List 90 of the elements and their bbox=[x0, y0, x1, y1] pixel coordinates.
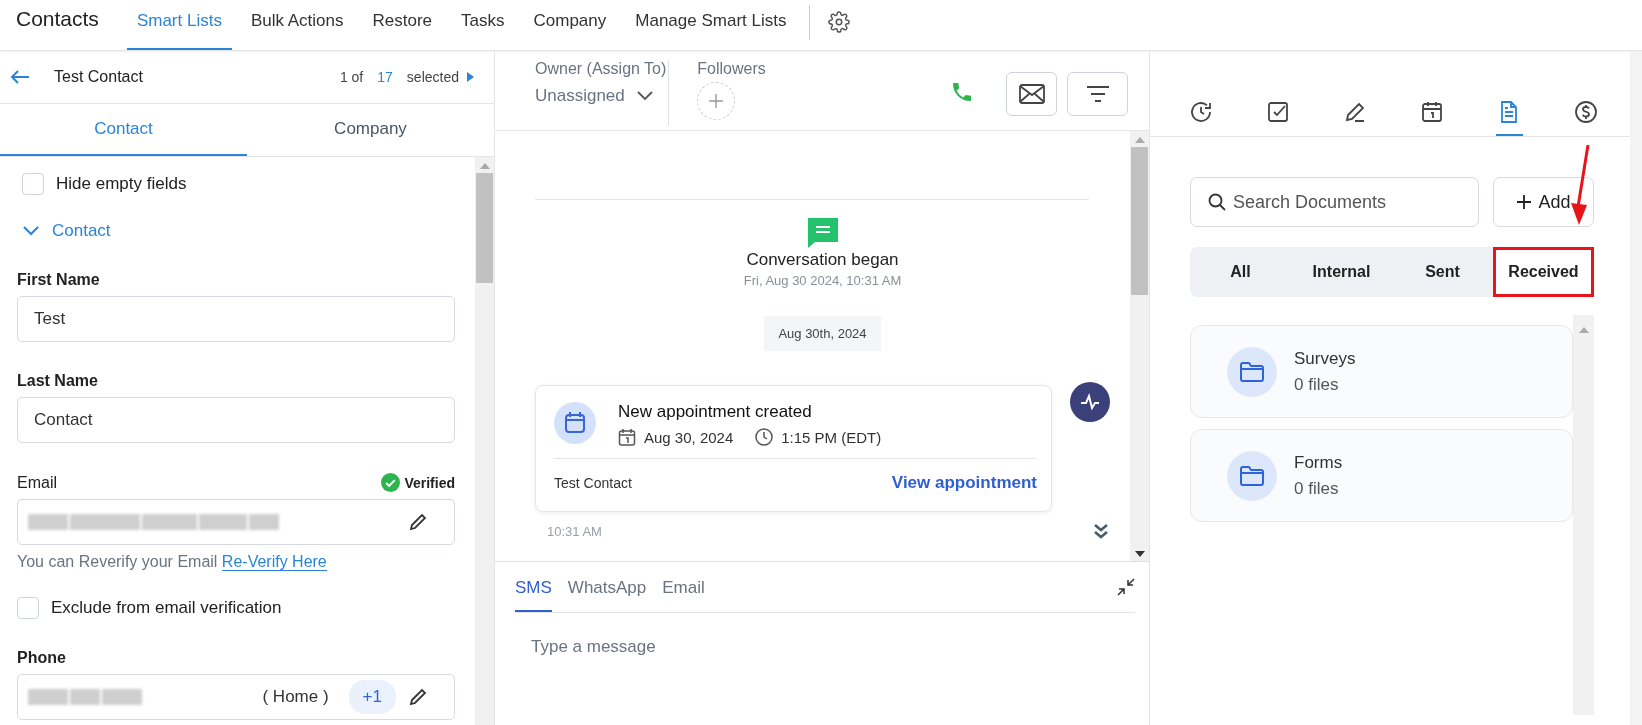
checkbox[interactable] bbox=[22, 173, 44, 195]
chevron-down-icon[interactable] bbox=[636, 91, 653, 101]
chevron-down-icon[interactable] bbox=[22, 225, 40, 237]
filter-tab[interactable]: Internal bbox=[1291, 247, 1392, 297]
nav-tab[interactable]: Tasks bbox=[451, 0, 515, 50]
filter-tab[interactable]: Sent bbox=[1392, 247, 1493, 297]
appointment-title: New appointment created bbox=[618, 402, 813, 422]
appointment-time: 1:15 PM (EDT) bbox=[781, 428, 882, 446]
history-icon[interactable] bbox=[1188, 100, 1213, 124]
date-chip: Aug 30th, 2024 bbox=[764, 316, 881, 351]
view-appointment-link[interactable]: View appointment bbox=[891, 473, 1037, 493]
folder-card[interactable]: Forms 0 files bbox=[1190, 429, 1573, 522]
nav-tab[interactable]: Smart Lists bbox=[126, 0, 232, 50]
filter-tab[interactable]: All bbox=[1190, 247, 1291, 297]
scrollbar[interactable] bbox=[1130, 131, 1149, 561]
filter-tab[interactable]: Received bbox=[1493, 247, 1594, 297]
collapse-icon[interactable] bbox=[1117, 578, 1135, 596]
double-chevron-down-icon[interactable] bbox=[1092, 522, 1110, 540]
scrollbar[interactable] bbox=[475, 157, 494, 725]
nav-tab[interactable]: Restore bbox=[362, 0, 443, 50]
position-label: 1 of bbox=[339, 69, 364, 85]
checkbox[interactable] bbox=[17, 597, 39, 619]
nav-tab[interactable]: Manage Smart Lists bbox=[625, 0, 797, 50]
page-title: Contacts bbox=[15, 6, 99, 32]
email-button[interactable] bbox=[1006, 72, 1057, 116]
next-arrow-icon[interactable] bbox=[467, 72, 474, 82]
folder-icon bbox=[1227, 450, 1277, 501]
phone-type: ( Home ) bbox=[262, 687, 329, 707]
back-arrow-icon[interactable] bbox=[10, 70, 30, 84]
document-tab[interactable] bbox=[1495, 100, 1523, 136]
clock-icon bbox=[755, 428, 774, 446]
appointment-contact: Test Contact bbox=[554, 475, 632, 491]
phone-field[interactable]: ( Home ) +1 bbox=[17, 674, 455, 720]
contact-name: Test Contact bbox=[54, 68, 143, 86]
reverify-hint: You can Reverify your Email Re-Verify Here bbox=[17, 553, 328, 571]
total-count: 17 bbox=[377, 69, 393, 85]
email-field[interactable] bbox=[17, 499, 455, 545]
pencil-icon[interactable] bbox=[408, 687, 428, 707]
check-circle-icon bbox=[381, 473, 401, 492]
file-count: 0 files bbox=[1294, 478, 1340, 499]
owner-dropdown[interactable]: Unassigned bbox=[535, 86, 667, 106]
reverify-link[interactable]: Re-Verify Here bbox=[221, 553, 327, 571]
event-time: Fri, Aug 30 2024, 10:31 AM bbox=[743, 273, 902, 288]
task-icon[interactable] bbox=[1265, 100, 1290, 124]
folder-card[interactable]: Surveys 0 files bbox=[1190, 325, 1573, 418]
panel-tab[interactable]: Company bbox=[247, 104, 494, 156]
phone-icon[interactable] bbox=[950, 80, 974, 104]
appointment-date: Aug 30, 2024 bbox=[644, 428, 734, 446]
plus-icon bbox=[1516, 194, 1533, 210]
channel-tab[interactable]: Email bbox=[662, 562, 705, 612]
field-label: Last Name bbox=[17, 372, 99, 390]
message-timestamp: 10:31 AM bbox=[547, 523, 602, 539]
checkbox-label: Exclude from email verification bbox=[51, 598, 282, 618]
search-field[interactable]: Search Documents bbox=[1190, 177, 1479, 227]
event-title: Conversation began bbox=[746, 250, 899, 270]
pencil-icon[interactable] bbox=[408, 512, 428, 532]
filter-icon[interactable] bbox=[1085, 85, 1110, 103]
settings-icon[interactable] bbox=[828, 11, 851, 33]
calendar-icon bbox=[618, 428, 636, 446]
scrollbar[interactable] bbox=[1573, 315, 1594, 715]
calendar-icon[interactable] bbox=[1420, 100, 1445, 124]
nav-tab[interactable]: Bulk Actions bbox=[240, 0, 354, 50]
selected-label: selected bbox=[406, 69, 459, 85]
chat-bubble-icon bbox=[807, 218, 838, 248]
folder-icon bbox=[1227, 346, 1277, 397]
section-title: Contact bbox=[52, 221, 111, 241]
verified-status: Verified bbox=[404, 474, 455, 491]
file-count: 0 files bbox=[1294, 374, 1340, 395]
folder-name: Surveys bbox=[1294, 348, 1356, 369]
nav-tab[interactable]: Company bbox=[523, 0, 617, 50]
owner-label: Owner (Assign To) bbox=[535, 60, 667, 78]
first-name-field[interactable]: Test bbox=[17, 296, 455, 342]
country-code-badge[interactable]: +1 bbox=[348, 680, 396, 714]
checkbox-label: Hide empty fields bbox=[56, 174, 187, 194]
filter-button[interactable] bbox=[1067, 72, 1128, 116]
scrollbar-thumb[interactable] bbox=[476, 173, 493, 283]
last-name-field[interactable]: Contact bbox=[17, 397, 455, 443]
calendar-icon bbox=[554, 402, 596, 444]
panel-tab[interactable]: Contact bbox=[0, 104, 247, 156]
scrollbar-thumb[interactable] bbox=[1131, 147, 1148, 295]
scroll-down-icon[interactable] bbox=[1134, 551, 1145, 557]
field-label: Email bbox=[17, 473, 57, 492]
followers-label: Followers bbox=[697, 60, 766, 78]
channel-tab[interactable]: WhatsApp bbox=[567, 562, 647, 612]
envelope-icon[interactable] bbox=[1018, 84, 1045, 104]
activity-icon bbox=[1070, 382, 1110, 422]
field-label: Phone bbox=[17, 649, 67, 667]
payment-icon[interactable] bbox=[1574, 100, 1599, 124]
folder-name: Forms bbox=[1294, 452, 1343, 473]
field-label: First Name bbox=[17, 271, 101, 289]
